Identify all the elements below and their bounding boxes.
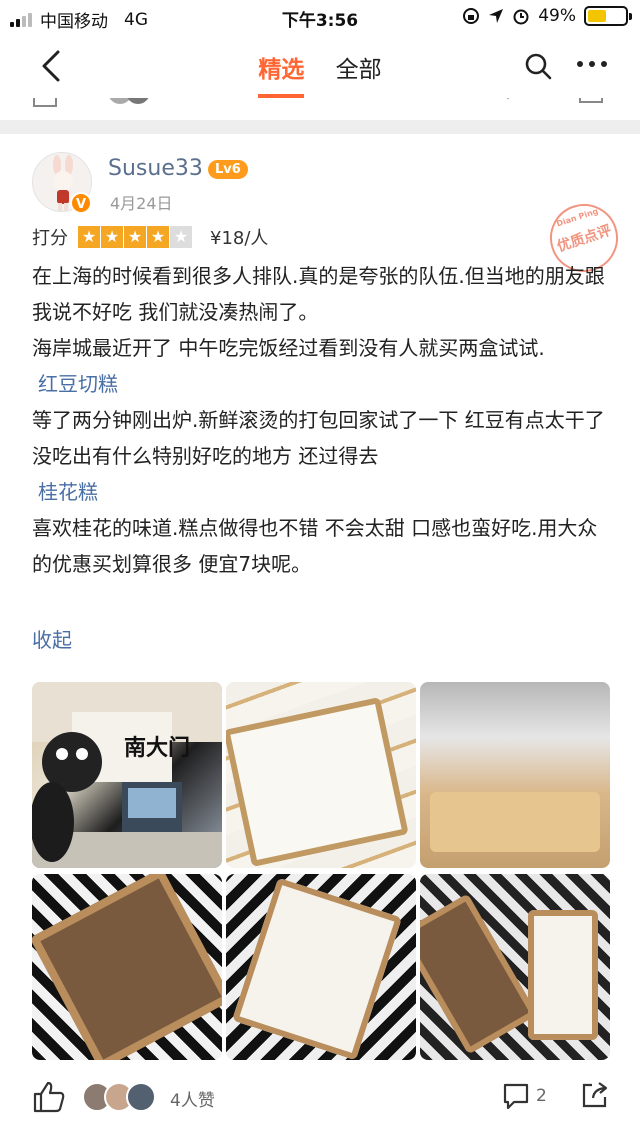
star-filled-icon: ★ — [147, 226, 169, 248]
rating-stars: ★ ★ ★ ★ ★ — [78, 226, 192, 248]
cake-tray — [232, 877, 402, 1060]
verified-badge: V — [70, 192, 92, 214]
rating-row: 打分 ★ ★ ★ ★ ★ ¥18/人 — [32, 224, 268, 250]
cake-shelf — [430, 792, 600, 852]
review-card: V Susue33 Lv6 4月24日 Dian Ping 优质点评 打分 ★ ★… — [0, 134, 640, 1138]
like-count[interactable]: 4人赞 — [170, 1086, 215, 1111]
status-right: 49% — [462, 6, 632, 26]
store-scene-illustration — [32, 682, 222, 868]
star-filled-icon: ★ — [101, 226, 123, 248]
store-sign-text: 南大门 — [124, 736, 191, 761]
review-paragraph: 等了两分钟刚出炉.新鲜滚烫的打包回家试了一下 红豆有点太干了 没吃出有什么特别好… — [32, 408, 605, 468]
collapse-link[interactable]: 收起 — [32, 624, 72, 653]
review-paragraph: 海岸城最近开了 中午吃完饭经过看到没有人就买两盒试试. — [32, 336, 545, 360]
previous-card-remnant — [0, 98, 640, 120]
cake-tray — [420, 893, 538, 1055]
nav-bar: 精选 全部 — [0, 34, 640, 98]
level-badge: Lv6 — [208, 160, 248, 179]
tab-featured[interactable]: 精选 — [258, 50, 305, 98]
star-empty-icon: ★ — [170, 226, 192, 248]
review-date: 4月24日 — [110, 194, 173, 213]
review-content: 在上海的时候看到很多人排队.真的是夸张的队伍.但当地的朋友跟我说不好吃 我们就没… — [32, 258, 612, 582]
osmanthus-cake-photo[interactable] — [226, 682, 416, 868]
previous-like-icon — [33, 98, 603, 107]
battery-percent: 49% — [538, 6, 576, 26]
comment-icon[interactable] — [502, 1082, 530, 1110]
rating-label: 打分 — [32, 228, 68, 249]
username[interactable]: Susue33 — [108, 156, 203, 181]
action-bar: 4人赞 2 — [0, 1070, 640, 1126]
alarm-icon — [513, 9, 529, 25]
share-icon[interactable] — [580, 1080, 610, 1110]
tab-all[interactable]: 全部 — [336, 50, 382, 98]
dish-tag-osmanthus[interactable]: 桂花糕 — [32, 474, 612, 510]
photo-grid: 南大门 — [32, 682, 610, 1062]
review-paragraph: 在上海的时候看到很多人排队.真的是夸张的队伍.但当地的朋友跟我说不好吃 我们就没… — [32, 264, 605, 324]
status-bar: 中国移动 4G 下午3:56 49% — [0, 0, 640, 34]
comment-count[interactable]: 2 — [536, 1086, 547, 1106]
review-paragraph: 喜欢桂花的味道.糕点做得也不错 不会太甜 口感也蛮好吃.用大众的优惠买划算很多 … — [32, 516, 598, 576]
star-filled-icon: ★ — [78, 226, 100, 248]
orientation-lock-icon — [463, 8, 480, 24]
location-icon — [489, 9, 504, 23]
store-front-photo[interactable]: 南大门 — [32, 682, 222, 868]
battery-icon — [584, 6, 632, 26]
two-cakes-photo[interactable] — [420, 874, 610, 1060]
card-separator — [0, 120, 640, 134]
avatar — [126, 1082, 156, 1112]
display-case-photo[interactable] — [420, 682, 610, 868]
cake-tray — [528, 910, 598, 1040]
thumbs-up-icon[interactable] — [32, 1080, 66, 1114]
dish-tag-red-bean[interactable]: 红豆切糕 — [32, 366, 612, 402]
stamp-text: 优质点评 — [555, 222, 614, 256]
cake-tray — [226, 696, 409, 868]
osmanthus-cake-tray-photo[interactable] — [226, 874, 416, 1060]
liker-avatars[interactable] — [82, 1082, 156, 1112]
star-filled-icon: ★ — [124, 226, 146, 248]
cake-tray — [32, 874, 222, 1060]
price-per-person: ¥18/人 — [210, 228, 269, 249]
red-bean-cake-photo[interactable] — [32, 874, 222, 1060]
search-icon[interactable] — [524, 52, 552, 80]
more-icon[interactable] — [576, 60, 608, 68]
